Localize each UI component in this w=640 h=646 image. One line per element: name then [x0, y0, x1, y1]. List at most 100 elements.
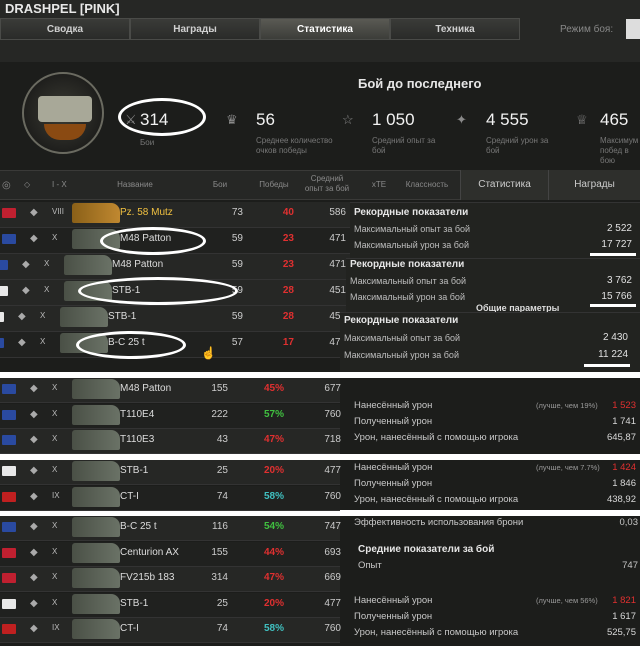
vehicle-name: M48 Patton	[120, 383, 172, 394]
vehicle-row[interactable]: ◆ IX CT-I 74 58% 760	[0, 618, 341, 643]
vehicle-row[interactable]: ◆ X T110E4 222 57% 760	[0, 403, 341, 429]
tank-image	[72, 379, 120, 399]
vehicle-name: T110E4	[120, 408, 155, 420]
underline	[590, 304, 636, 307]
tab-statistics[interactable]: Статистика	[260, 18, 390, 40]
vehicle-name: B-C 25 t	[120, 521, 157, 532]
star-icon: ☆	[342, 112, 354, 127]
nation-flag-icon	[2, 466, 16, 476]
col-wins[interactable]: Победы	[252, 180, 296, 189]
avg-damage-label-1: Средний урон за	[486, 136, 549, 145]
avg-xp-cell: 718	[324, 434, 341, 445]
tier-label: X	[52, 408, 58, 418]
avg-damage-value: 4 555	[486, 110, 529, 129]
col-battles[interactable]: Бои	[205, 180, 235, 189]
records-dmg-value-1: 17 727	[601, 239, 632, 250]
col-tier[interactable]: I - X	[52, 180, 67, 189]
stat-value: 1 424	[612, 462, 636, 473]
battles-cell: 43	[216, 434, 228, 445]
vehicle-name: CT-I	[120, 490, 139, 502]
col-name[interactable]: Название	[110, 180, 160, 189]
wins-icon: ♛	[226, 112, 238, 127]
vehicle-row[interactable]: ◆ IX CT-I 74 58% 760	[0, 485, 341, 511]
nation-flag-icon	[2, 573, 16, 583]
tank-image	[72, 542, 120, 563]
vehicle-row[interactable]: ◆ X M48 Patton 59 23 471	[0, 254, 350, 280]
vehicle-name: Centurion AX	[120, 546, 179, 558]
avg-xp-cell: 760	[324, 490, 341, 502]
vehicle-row[interactable]: ◆ X Centurion AX 155 44% 693	[0, 541, 341, 567]
underline	[584, 364, 630, 367]
stat-value: 1 741	[612, 416, 636, 427]
records-title-1: Рекордные показатели	[354, 207, 469, 218]
wins-cell: 20%	[263, 597, 284, 609]
tier-label: IX	[52, 623, 60, 632]
tier-label: X	[40, 311, 46, 320]
battles-cell: 155	[211, 383, 228, 394]
avg-wins-label-2: очков победы	[256, 146, 307, 155]
clan-emblem	[22, 72, 104, 154]
tab-vehicles[interactable]: Техника	[390, 18, 520, 40]
tank-image	[72, 619, 120, 639]
vehicle-name: CT-I	[120, 623, 139, 634]
wins-cell: 58%	[263, 623, 284, 634]
stat-value: 1 846	[612, 478, 636, 489]
vehicle-name: T110E3	[120, 434, 155, 445]
wins-cell: 45%	[263, 383, 284, 394]
nation-flag-icon	[2, 384, 16, 394]
tank-type-icon: ◆	[30, 490, 38, 502]
wins-cell: 23	[282, 259, 294, 270]
tab-summary[interactable]: Сводка	[0, 18, 130, 40]
wins-cell: 17	[282, 337, 294, 348]
battles-cell: 116	[212, 521, 228, 532]
avg-xp-cell: 760	[324, 408, 341, 420]
records-dmg-label-2: Максимальный урон за бой	[350, 292, 465, 302]
nation-icon[interactable]: ◎	[2, 180, 11, 191]
vehicle-row[interactable]: ◆ X STB-1 59 28 451	[0, 306, 350, 332]
right-tab-awards[interactable]: Награды	[548, 170, 640, 200]
tank-image	[72, 404, 120, 425]
records-exp-value-1: 2 522	[606, 223, 632, 234]
tank-image	[60, 307, 108, 327]
vehicle-name: Pz. 58 Mutz	[120, 207, 173, 218]
avg-xp-cell: 451	[329, 285, 346, 296]
nation-flag-icon	[2, 598, 16, 609]
wins-cell: 28	[282, 311, 294, 322]
type-icon[interactable]: ◇	[24, 180, 30, 189]
vehicle-row[interactable]: ◆ VIII Pz. 58 Mutz 73 40 586	[0, 202, 350, 228]
battles-cell: 74	[216, 623, 228, 634]
right-tab-statistics[interactable]: Статистика	[460, 170, 548, 200]
tank-type-icon: ◆	[30, 408, 38, 420]
wins-cell: 47%	[263, 434, 284, 445]
avg-xp-cell: 760	[324, 623, 341, 634]
vehicle-row[interactable]: ◆ X B-C 25 t 116 54% 747	[0, 516, 341, 541]
tank-type-icon: ◆	[30, 597, 38, 609]
vehicle-row[interactable]: ◆ X T110E3 43 47% 718	[0, 429, 341, 454]
col-avg-xp-1[interactable]: Средний	[298, 174, 356, 183]
records-exp-label-1: Максимальный опыт за бой	[354, 224, 471, 234]
col-xte[interactable]: xTE	[364, 180, 394, 189]
avg-xp-value: 1 050	[372, 110, 415, 129]
stat-value: 1 523	[612, 400, 636, 411]
avg-title: Средние показатели за бой	[358, 544, 495, 555]
stat-value: 645,87	[606, 432, 636, 443]
tank-type-icon: ◆	[30, 207, 38, 218]
vehicle-name: STB-1	[120, 465, 149, 476]
avg-damage-label-2: бой	[486, 146, 500, 155]
exp-label: Опыт	[358, 560, 382, 571]
stat-label: Полученный урон	[354, 416, 433, 427]
col-avg-xp-2[interactable]: опыт за бой	[298, 184, 356, 193]
col-class[interactable]: Классность	[400, 180, 454, 189]
tank-type-icon: ◆	[30, 521, 38, 532]
avg-xp-cell: 677	[324, 383, 341, 394]
battles-cell: 59	[231, 233, 243, 244]
vehicle-row[interactable]: ◆ X M48 Patton 155 45% 677	[0, 378, 341, 403]
battles-cell: 222	[211, 408, 228, 420]
tab-awards[interactable]: Награды	[130, 18, 260, 40]
battle-mode-select[interactable]	[626, 19, 640, 39]
tier-label: X	[40, 337, 46, 346]
vehicle-row[interactable]: ◆ X STB-1 25 20% 477	[0, 592, 341, 618]
battles-cell: 59	[231, 311, 243, 322]
vehicle-row[interactable]: ◆ X FV215b 183 314 47% 669	[0, 567, 341, 592]
vehicle-row[interactable]: ◆ X STB-1 25 20% 477	[0, 460, 341, 485]
